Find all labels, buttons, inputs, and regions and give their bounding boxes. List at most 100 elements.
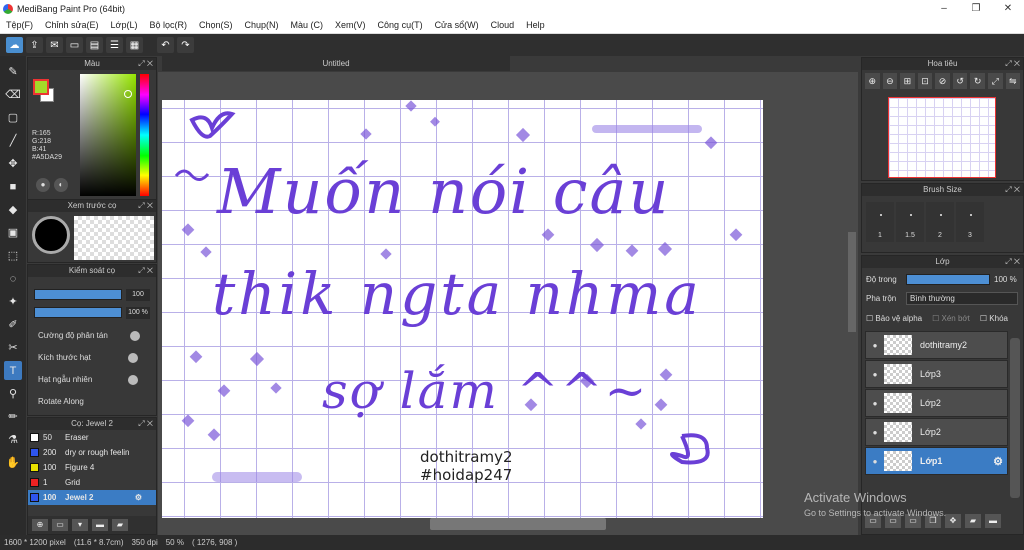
divide-tool-icon[interactable]: ✏ [4,407,22,426]
delete-layer-icon[interactable]: ▬ [985,514,1001,528]
menu-layer[interactable]: Lớp(L) [105,20,144,30]
menu-color[interactable]: Màu (C) [285,20,330,30]
zoom-out-icon[interactable]: ⊖ [882,73,898,89]
panel-close-icon[interactable]: ⤢ ✕ [1005,256,1020,268]
hue-slider[interactable] [140,74,149,196]
gear-icon[interactable]: ⚙ [993,455,1003,468]
gradient-tool-icon[interactable]: ▣ [4,223,22,242]
folder-icon[interactable]: ▰ [965,514,981,528]
menu-view[interactable]: Xem(V) [329,20,372,30]
minimize-button[interactable]: – [928,0,960,17]
redo-icon[interactable]: ↷ [177,37,194,53]
magic-wand-icon[interactable]: ✦ [4,292,22,311]
menu-edit[interactable]: Chỉnh sửa(E) [39,20,105,30]
blend-mode-select[interactable]: Bình thường [906,292,1018,305]
layer-row[interactable]: ● Lớp2 [865,389,1008,417]
zoom-in-icon[interactable]: ⊕ [865,73,880,89]
text-tool-icon[interactable]: T [4,361,22,380]
lock-checkbox[interactable]: ☐ Khóa [980,314,1008,323]
lasso-tool-icon[interactable]: ◌ [4,269,22,288]
fill-rect-tool-icon[interactable]: ■ [4,177,22,196]
panel-close-icon[interactable]: ⤢ ✕ [1005,58,1020,70]
folder-icon[interactable]: ▰ [112,519,128,531]
maximize-button[interactable]: ❐ [960,0,992,17]
size-preset[interactable]: 3 [956,202,984,242]
actual-size-icon[interactable]: ⊡ [917,73,933,89]
navigator-thumbnail[interactable] [888,97,996,178]
canvas-area[interactable]: Muốn nói câu thik ngta nhma sợ lắm ^^~ d… [158,72,858,535]
bucket-tool-icon[interactable]: ◆ [4,200,22,219]
brush-size-slider[interactable] [34,289,122,300]
visibility-icon[interactable]: ● [866,428,884,437]
flip-icon[interactable]: ⇋ [1005,73,1021,89]
layer-opacity-slider[interactable] [906,274,990,285]
brush-item-figure4[interactable]: 100 Figure 4 [28,460,156,475]
protect-alpha-checkbox[interactable]: ☐ Bảo vệ alpha [866,314,922,323]
visibility-icon[interactable]: ● [866,341,884,350]
random-particle-knob[interactable] [128,375,138,385]
visibility-icon[interactable]: ● [866,399,884,408]
page-icon[interactable]: ▤ [86,37,103,53]
brush-tool-icon[interactable]: ✎ [4,62,22,81]
brush-opacity-slider[interactable] [34,307,122,318]
rect-tool-icon[interactable]: ▢ [4,108,22,127]
cloud-icon[interactable]: ☁ [6,37,23,53]
panel-close-icon[interactable]: ⤢ ✕ [138,418,153,430]
layer-row-selected[interactable]: ● Lớp1 ⚙ [865,447,1008,475]
layer-row[interactable]: ● Lớp3 [865,360,1008,388]
line-tool-icon[interactable]: ╱ [4,131,22,150]
gear-icon[interactable]: ⚙ [135,493,142,502]
brush-opacity-value[interactable]: 100 % [126,307,150,319]
select-pen-icon[interactable]: ✐ [4,315,22,334]
eraser-tool-icon[interactable]: ⌫ [4,85,22,104]
comment-icon[interactable]: ✉ [46,37,63,53]
select-eraser-icon[interactable]: ✂ [4,338,22,357]
size-preset[interactable]: 2 [926,202,954,242]
add-brush-icon[interactable]: ⊕ [32,519,48,531]
color-history-icon[interactable]: ◐ [54,178,68,192]
particle-size-knob[interactable] [128,353,138,363]
fullscreen-icon[interactable]: ⤢ [987,73,1003,89]
layer-scrollbar[interactable] [1010,338,1020,498]
eyedropper-icon[interactable]: ⚗ [4,430,22,449]
close-button[interactable]: ✕ [992,0,1024,17]
layer-row[interactable]: ● dothitramy2 [865,331,1008,359]
saturation-value-picker[interactable] [80,74,136,196]
panel-close-icon[interactable]: ⤢ ✕ [1005,184,1020,196]
layer-row[interactable]: ● Lớp2 [865,418,1008,446]
share-icon[interactable]: ⇪ [26,37,43,53]
layer-menu-icon[interactable]: ✥ [945,514,961,528]
panel-close-icon[interactable]: ⤢ ✕ [138,200,153,212]
menu-tools[interactable]: Công cụ(T) [372,20,429,30]
brush-item-eraser[interactable]: 50 Eraser [28,430,156,445]
grid-icon[interactable]: ▦ [126,37,143,53]
menu-snapshot[interactable]: Chụp(N) [239,20,285,30]
visibility-icon[interactable]: ● [866,370,884,379]
document-icon[interactable]: ▭ [66,37,83,53]
drawing-canvas[interactable]: Muốn nói câu thik ngta nhma sợ lắm ^^~ d… [162,100,763,518]
panel-close-icon[interactable]: ⤢ ✕ [138,58,153,70]
size-preset[interactable]: 1.5 [896,202,924,242]
foreground-color-swatch[interactable] [33,79,49,95]
undo-icon[interactable]: ↶ [157,37,174,53]
operation-tool-icon[interactable]: ⚲ [4,384,22,403]
menu-file[interactable]: Tệp(F) [0,20,39,30]
rotate-left-icon[interactable]: ↺ [952,73,968,89]
rotate-right-icon[interactable]: ↻ [970,73,985,89]
brush-item-grid[interactable]: 1 Grid [28,475,156,490]
brush-menu-icon[interactable]: ▾ [72,519,88,531]
layer-opacity-value[interactable]: 100 % [994,275,1017,284]
size-preset[interactable]: 1 [866,202,894,242]
menu-help[interactable]: Help [520,20,551,30]
menu-filter[interactable]: Bộ lọc(R) [143,20,193,30]
hand-tool-icon[interactable]: ✋ [4,453,22,472]
vertical-scrollbar[interactable] [848,232,856,332]
horizontal-scrollbar[interactable] [430,518,606,530]
new-brush-icon[interactable]: ▭ [52,519,68,531]
tab-untitled[interactable]: Untitled [162,56,510,71]
delete-brush-icon[interactable]: ▬ [92,519,108,531]
palette-icon[interactable]: ● [36,178,50,192]
panel-close-icon[interactable]: ⤢ ✕ [138,265,153,277]
select-tool-icon[interactable]: ⬚ [4,246,22,265]
list-icon[interactable]: ☰ [106,37,123,53]
